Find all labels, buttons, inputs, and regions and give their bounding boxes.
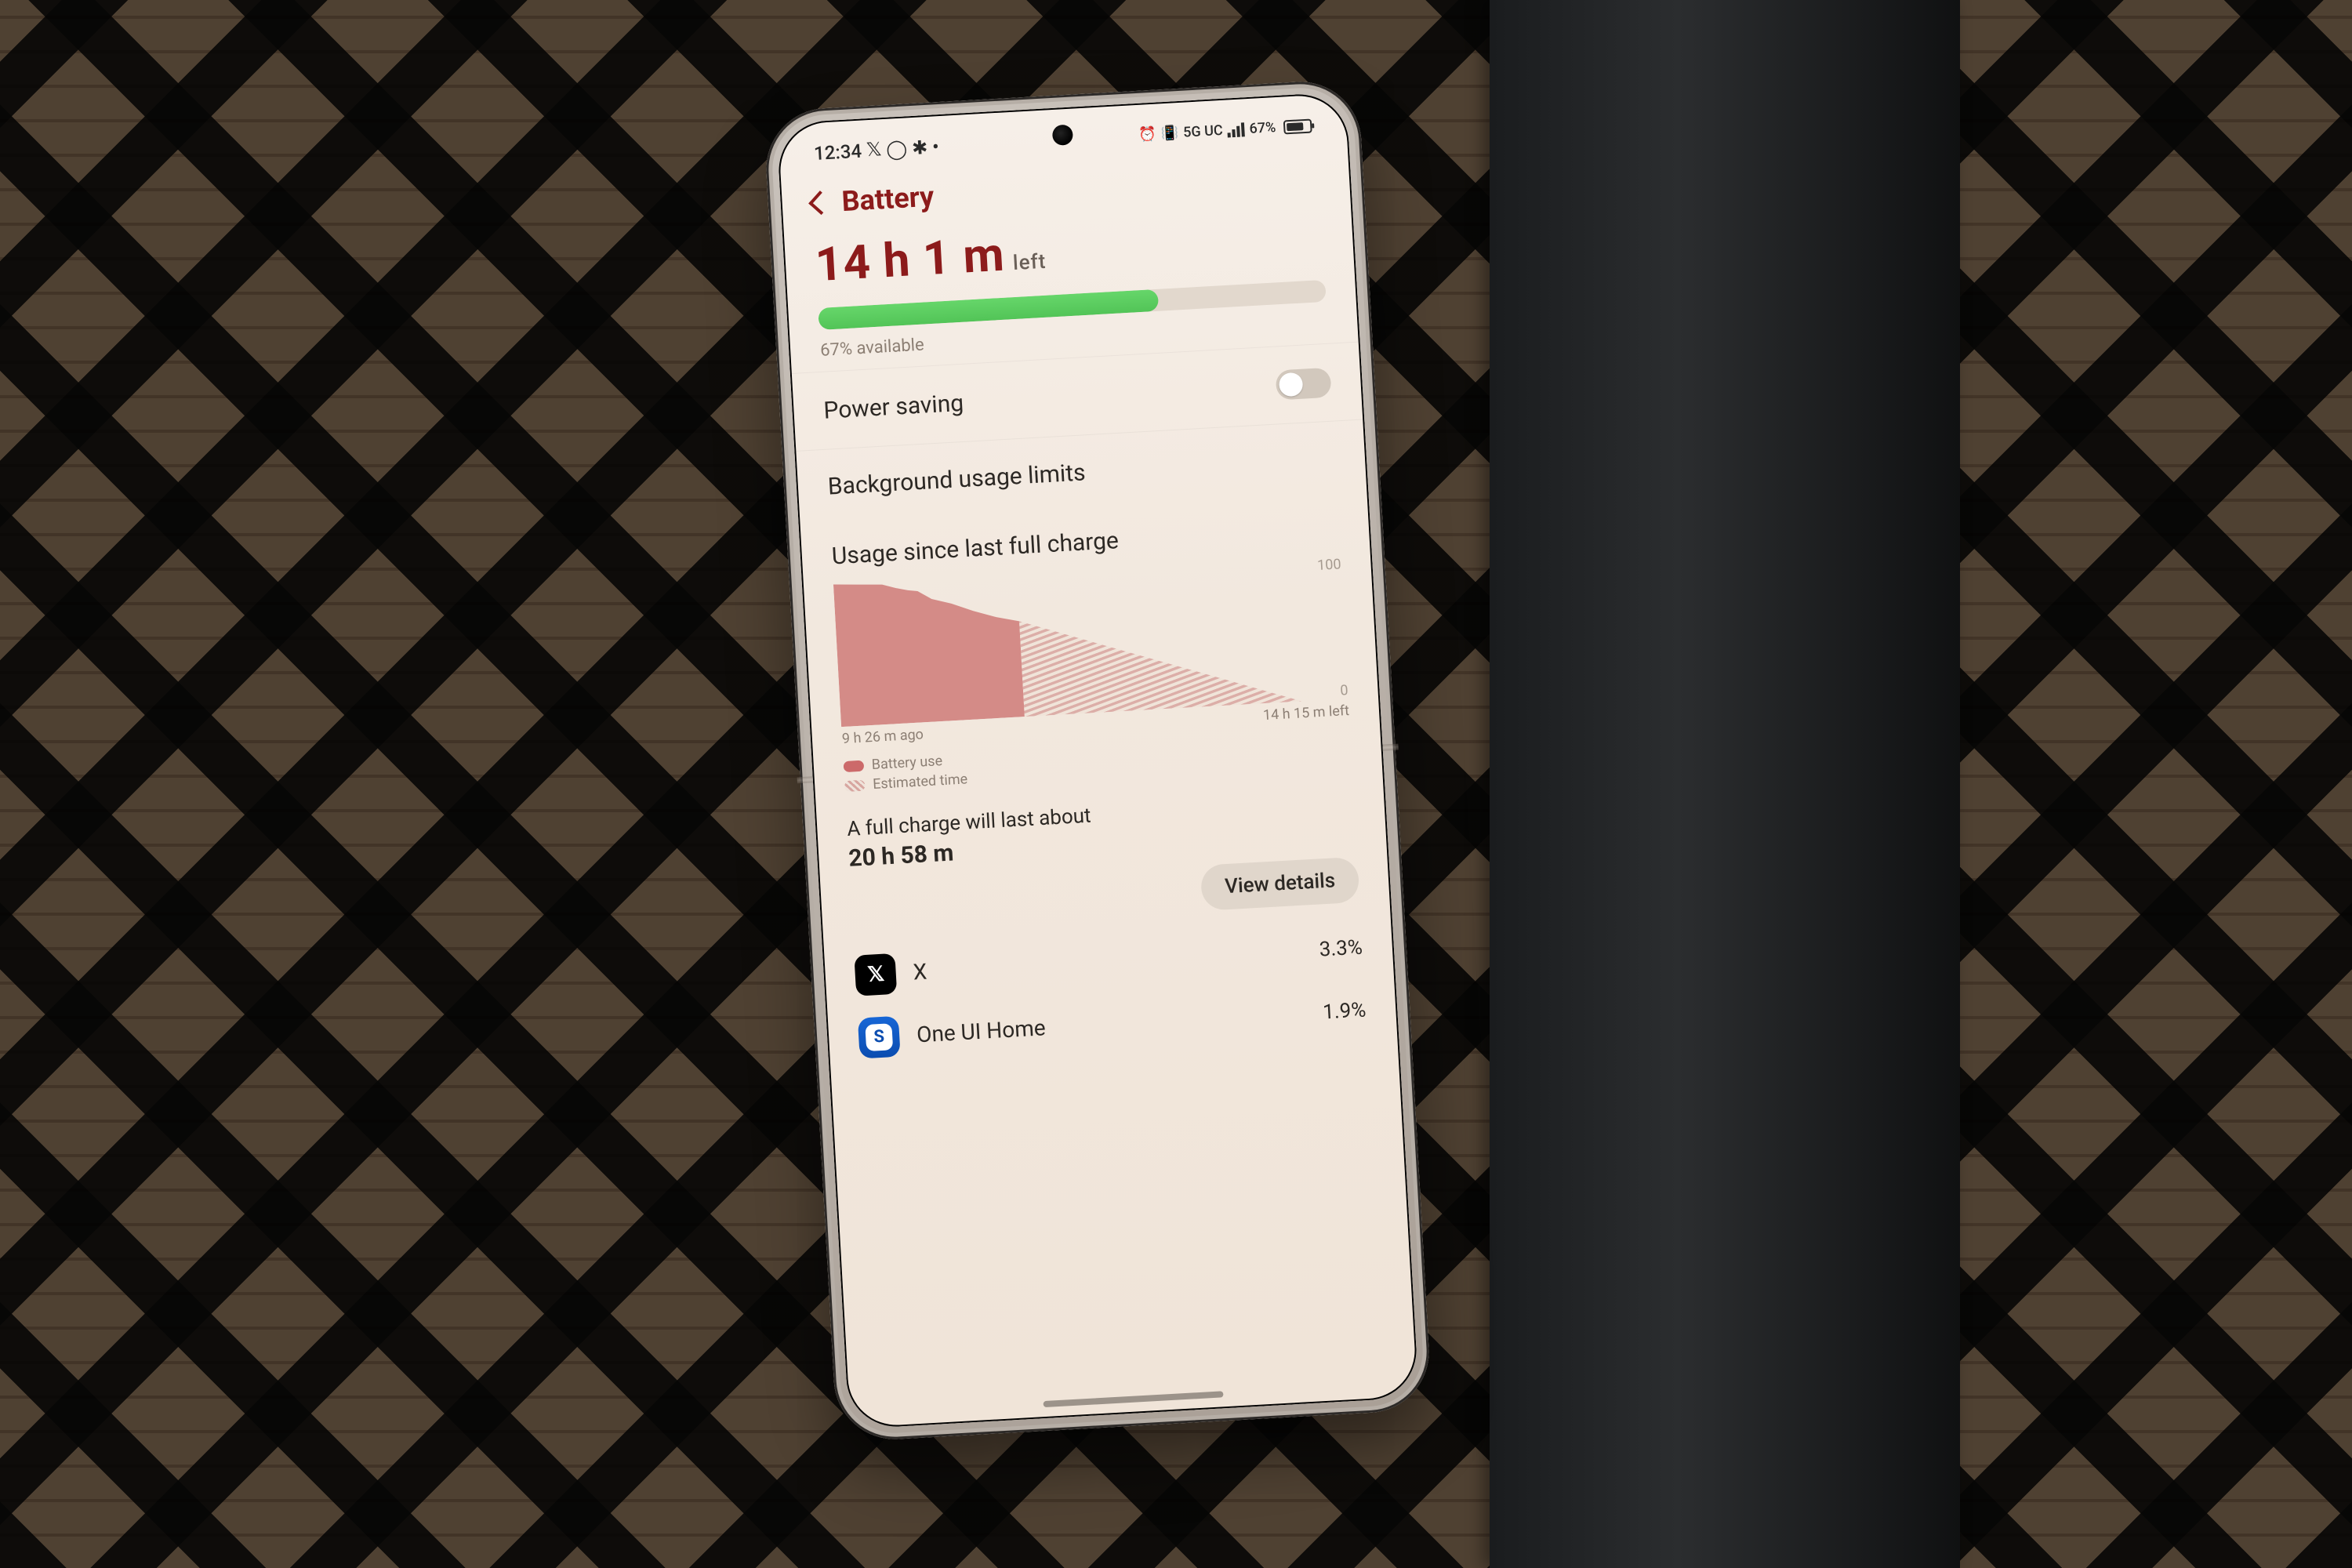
battery-bar-fill <box>818 289 1159 330</box>
battery-percent: 67% <box>1249 119 1276 137</box>
legend-swatch-battery <box>844 760 865 771</box>
legend-estimated: Estimated time <box>873 771 968 793</box>
status-asterisk-icon: ✱ <box>911 136 928 158</box>
status-more-icon: • <box>931 136 939 158</box>
x-app-indicator-icon: 𝕏 <box>866 138 883 162</box>
app-name: One UI Home <box>916 1000 1306 1048</box>
app-percent: 3.3% <box>1319 935 1363 961</box>
alarm-off-icon: ⏰ <box>1138 126 1157 143</box>
legend-battery: Battery use <box>871 753 942 773</box>
chart-x-right: 14 h 15 m left <box>1262 702 1349 724</box>
bg-usage-limits-label: Background usage limits <box>827 459 1086 500</box>
screen: 12:34 𝕏 ◯ ✱ • ⏰ 📳 5G UC 67% Battery <box>776 92 1419 1429</box>
status-icon: ◯ <box>886 137 908 160</box>
oneui-home-icon: S <box>858 1015 901 1058</box>
time-remaining-suffix: left <box>1012 250 1047 275</box>
page-title: Battery <box>841 180 935 219</box>
phone: 12:34 𝕏 ◯ ✱ • ⏰ 📳 5G UC 67% Battery <box>763 78 1432 1443</box>
chart-x-left: 9 h 26 m ago <box>841 726 924 747</box>
power-saving-label: Power saving <box>823 389 964 424</box>
view-details-button[interactable]: View details <box>1200 856 1360 910</box>
chart-axis-max: 100 <box>1317 556 1341 574</box>
chart-axis-min: 0 <box>1340 682 1348 699</box>
back-icon[interactable] <box>808 191 833 215</box>
network-label: 5G UC <box>1183 122 1224 141</box>
legend-swatch-estimated <box>844 779 866 791</box>
gesture-bar[interactable] <box>1044 1391 1224 1407</box>
signal-icon <box>1227 122 1245 137</box>
status-time: 12:34 <box>813 140 862 164</box>
usage-chart[interactable]: 100 0 9 h 26 m ago 14 h 15 m left <box>833 553 1350 753</box>
table-edge <box>1490 0 1960 1568</box>
power-saving-toggle[interactable] <box>1276 368 1332 401</box>
vibrate-icon: 📳 <box>1160 125 1179 142</box>
app-percent: 1.9% <box>1322 998 1367 1024</box>
time-remaining: 14 h 1 m <box>814 227 1006 292</box>
app-name: X <box>913 938 1303 985</box>
battery-icon <box>1283 118 1312 134</box>
chart-svg <box>833 559 1301 728</box>
x-app-icon: 𝕏 <box>854 953 897 996</box>
